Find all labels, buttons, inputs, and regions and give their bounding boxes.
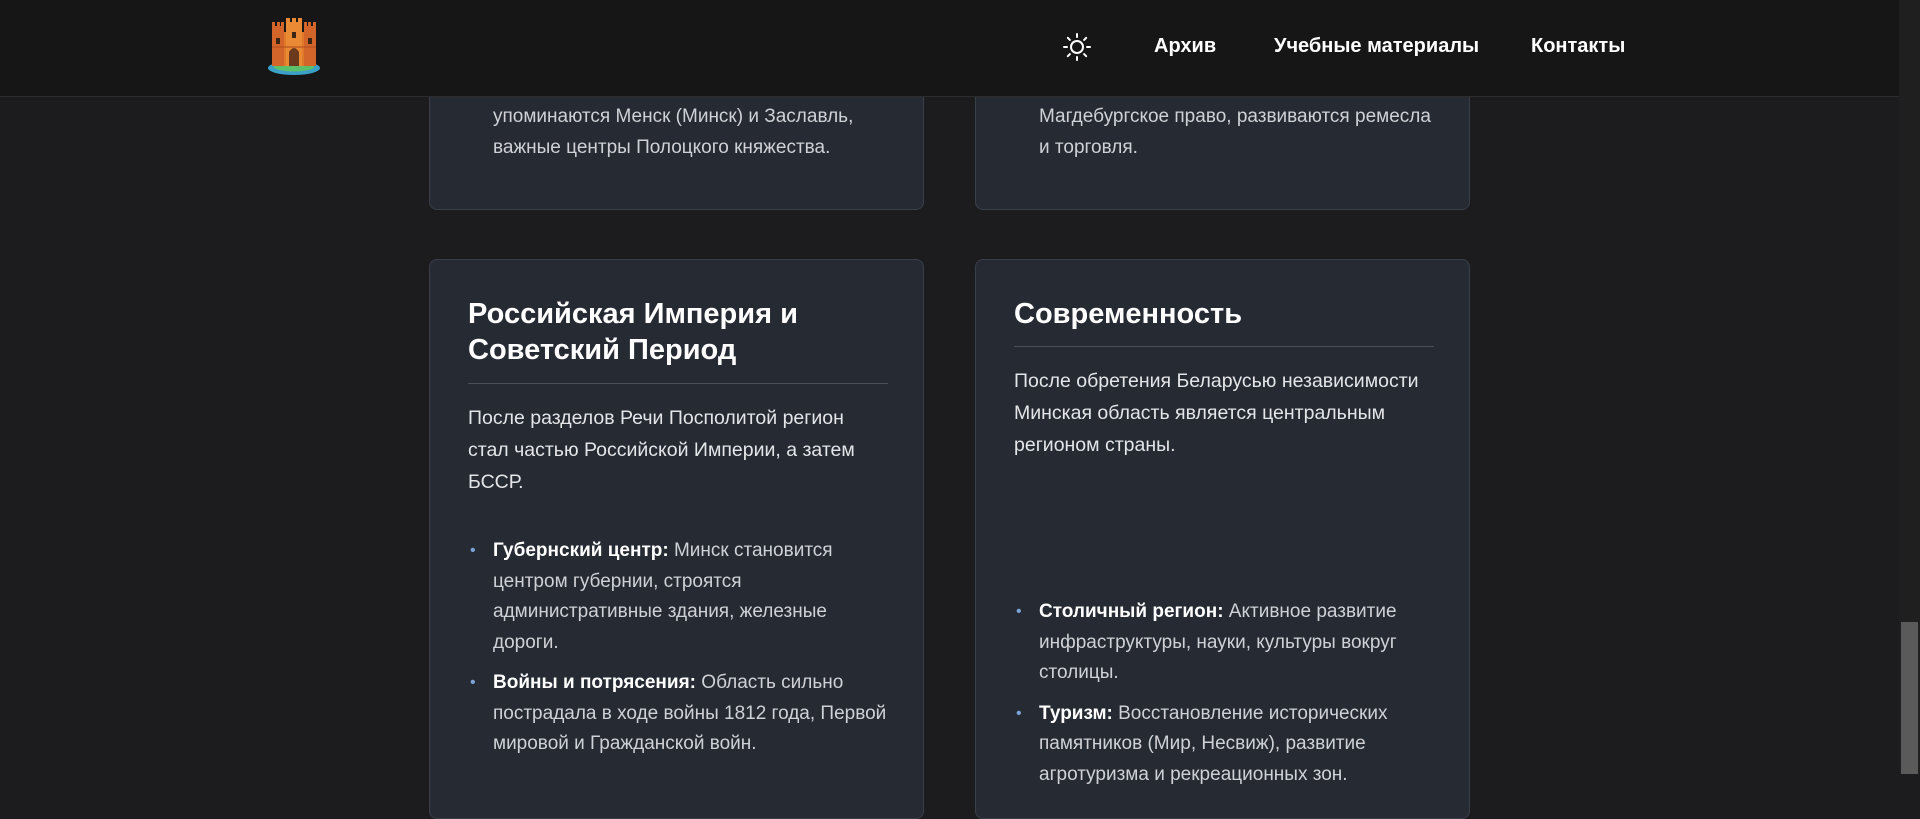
nav-link-contacts[interactable]: Контакты [1531, 34, 1625, 58]
site-header: Архив Учебные материалы Контакты [0, 0, 1899, 97]
theme-toggle-button[interactable] [1062, 32, 1092, 62]
card-intro: После разделов Речи Посполитой регион ст… [468, 407, 855, 493]
bullet-dot-icon: • [470, 542, 476, 559]
list-item: • Губернский центр: Минск становится цен… [468, 536, 888, 658]
list-item: • Столичный регион: Активное развитие ин… [1014, 597, 1434, 689]
bullet-term: Губернский центр: [493, 540, 669, 561]
sun-icon [1063, 33, 1091, 61]
bullet-term: Туризм: [1039, 702, 1113, 724]
scrollbar-thumb[interactable] [1901, 622, 1918, 774]
card-title: Современность [1014, 298, 1243, 330]
bullet-term: Войны и потрясения: [493, 672, 697, 693]
list-item: • Туризм: Восстановление исторических па… [1014, 699, 1434, 791]
page-scrollbar[interactable] [1899, 0, 1920, 774]
bullet-dot-icon: • [1016, 603, 1022, 620]
card-text: Магдебургское право, развиваются ремесла… [1039, 106, 1431, 158]
nav-link-archive[interactable]: Архив [1154, 34, 1216, 58]
card-intro: После обретения Беларусью независимости … [1014, 370, 1419, 456]
card-russian-empire: Российская Империя и Советский Период По… [429, 259, 924, 819]
card-title: Российская Империя и Советский Период [468, 298, 798, 366]
card-modern-period: Современность После обретения Беларусью … [975, 259, 1470, 819]
list-item: • Войны и потрясения: Область сильно пос… [468, 668, 888, 760]
bullet-list: • Столичный регион: Активное развитие ин… [1014, 597, 1434, 800]
bullet-dot-icon: • [1016, 704, 1022, 722]
bullet-dot-icon: • [470, 674, 476, 691]
title-divider [1014, 346, 1434, 347]
card-text: упоминаются Менск (Минск) и Заславль, ва… [493, 106, 854, 158]
castle-logo-icon[interactable] [266, 16, 322, 78]
nav-link-materials[interactable]: Учебные материалы [1274, 34, 1479, 58]
bullet-term: Столичный регион: [1039, 601, 1224, 622]
bullet-list: • Губернский центр: Минск становится цен… [468, 536, 888, 770]
title-divider [468, 383, 888, 384]
